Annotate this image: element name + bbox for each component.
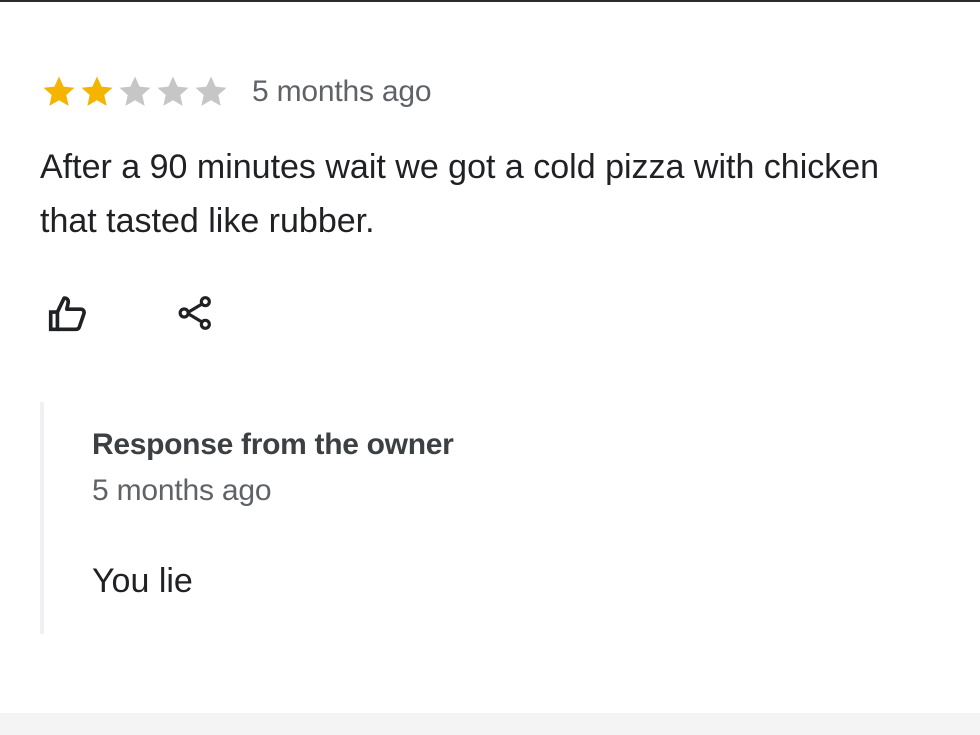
star-rating — [40, 73, 230, 111]
response-text: You lie — [92, 562, 193, 600]
star-empty-icon — [119, 76, 151, 106]
star-empty-icon — [195, 76, 227, 106]
thumbs-up-icon[interactable] — [44, 290, 90, 336]
star-empty-icon — [157, 76, 189, 106]
top-divider — [0, 0, 980, 2]
owner-response: Response from the owner 5 months ago You… — [40, 402, 924, 634]
response-title: Response from the owner — [92, 428, 454, 461]
review-text: After a 90 minutes wait we got a cold pi… — [40, 148, 880, 240]
review-actions — [44, 290, 215, 336]
response-time: 5 months ago — [92, 474, 272, 507]
star-filled-icon — [43, 76, 75, 106]
star-filled-icon — [81, 76, 113, 106]
share-icon[interactable] — [175, 293, 215, 333]
review-time: 5 months ago — [252, 75, 432, 108]
review-card: 5 months ago After a 90 minutes wait we … — [40, 70, 940, 248]
bottom-band — [0, 713, 980, 735]
rating-row: 5 months ago — [40, 70, 940, 114]
